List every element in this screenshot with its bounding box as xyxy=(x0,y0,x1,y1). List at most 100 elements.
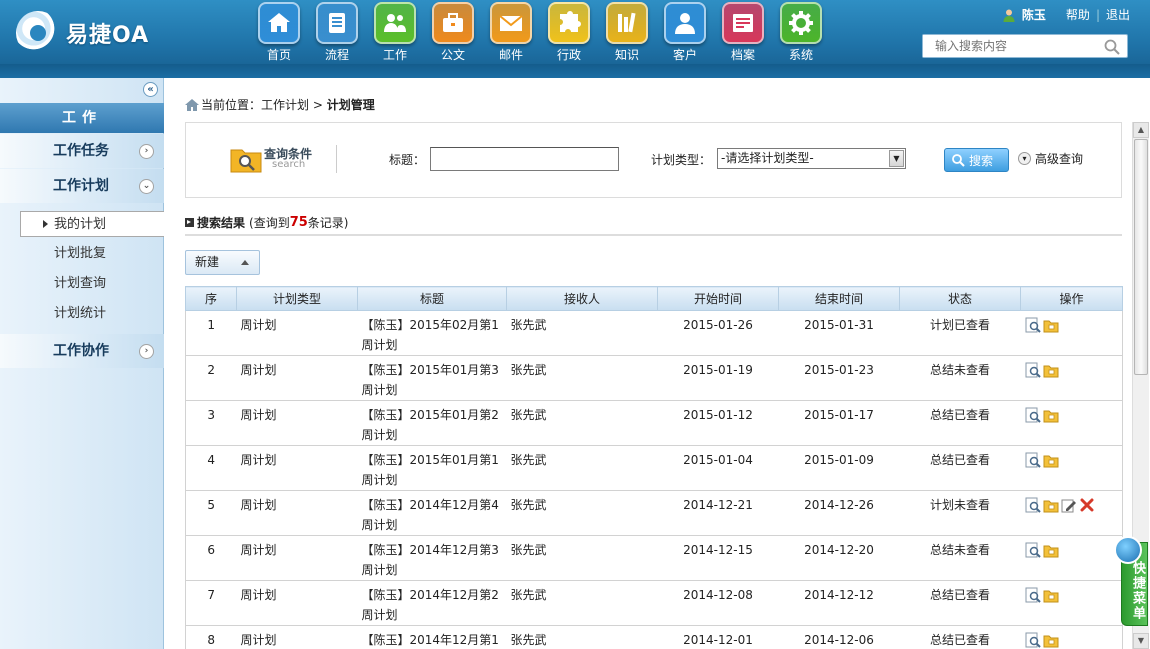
logo: 易捷OA xyxy=(16,10,181,56)
sidebar-item-plan-reply[interactable]: 计划批复 xyxy=(20,241,164,267)
nav-archive[interactable]: 档案 xyxy=(714,2,772,63)
table-row[interactable]: 1 周计划 【陈玉】2015年02月第1周计划 张先武 2015-01-26 2015-0… xyxy=(185,310,1123,356)
cell-title[interactable]: 【陈玉】2014年12月第1周计划 xyxy=(357,625,507,649)
advanced-query-toggle[interactable]: ▾ 高级查询 xyxy=(1018,150,1083,167)
view-icon[interactable] xyxy=(1025,362,1041,378)
sidebar-group-work-plan[interactable]: 工作计划 ⌄ xyxy=(0,169,164,203)
folder-icon[interactable] xyxy=(1043,497,1059,513)
sidebar-item-plan-stats[interactable]: 计划统计 xyxy=(20,301,164,327)
view-icon[interactable] xyxy=(1025,452,1041,468)
plan-type-select[interactable]: -请选择计划类型- ▼ xyxy=(717,148,906,169)
nav-label: 流程 xyxy=(324,48,349,62)
flow-icon xyxy=(316,2,358,44)
title-label: 标题： xyxy=(389,153,426,167)
collapse-sidebar-icon[interactable]: « xyxy=(143,82,158,97)
table-row[interactable]: 2 周计划 【陈玉】2015年01月第3周计划 张先武 2015-01-19 2015-0… xyxy=(185,355,1123,401)
table-row[interactable]: 3 周计划 【陈玉】2015年01月第2周计划 张先武 2015-01-12 2015-0… xyxy=(185,400,1123,446)
cell-ops xyxy=(1020,355,1123,401)
cell-title[interactable]: 【陈玉】2015年01月第1周计划 xyxy=(357,445,507,491)
folder-icon[interactable] xyxy=(1043,362,1059,378)
work-icon xyxy=(374,2,416,44)
cell-type: 周计划 xyxy=(236,625,358,649)
query-badge-sub: search xyxy=(272,159,306,170)
cell-ops xyxy=(1020,490,1123,536)
view-icon[interactable] xyxy=(1025,497,1041,513)
sidebar-item-plan-query[interactable]: 计划查询 xyxy=(20,271,164,297)
nav-briefcase[interactable]: 公文 xyxy=(424,2,482,63)
cell-receiver: 张先武 xyxy=(506,625,658,649)
sidebar-item-my-plan[interactable]: 我的计划 xyxy=(20,211,164,237)
table-row[interactable]: 6 周计划 【陈玉】2014年12月第3周计划 张先武 2014-12-15 2014-1… xyxy=(185,535,1123,581)
plan-type-value: -请选择计划类型- xyxy=(721,151,814,165)
sidebar-item-label: 计划查询 xyxy=(54,276,107,291)
quick-menu[interactable]: 快捷菜单 xyxy=(1114,536,1148,626)
chevron-right-icon: › xyxy=(139,344,154,359)
cell-title[interactable]: 【陈玉】2015年01月第3周计划 xyxy=(357,355,507,401)
cell-no: 7 xyxy=(185,580,237,626)
cell-title[interactable]: 【陈玉】2014年12月第4周计划 xyxy=(357,490,507,536)
table-row[interactable]: 4 周计划 【陈玉】2015年01月第1周计划 张先武 2015-01-04 2015-0… xyxy=(185,445,1123,491)
table-row[interactable]: 7 周计划 【陈玉】2014年12月第2周计划 张先武 2014-12-08 2014-1… xyxy=(185,580,1123,626)
help-link[interactable]: 帮助 xyxy=(1066,6,1090,23)
app-window: 易捷OA 首页流程工作公文邮件行政知识客户档案系统 陈玉 帮助 | 退出 « 工… xyxy=(0,0,1150,649)
folder-search-icon xyxy=(230,149,262,173)
table-body: 1 周计划 【陈玉】2015年02月第1周计划 张先武 2015-01-26 2015-0… xyxy=(185,310,1123,649)
cell-title[interactable]: 【陈玉】2015年01月第2周计划 xyxy=(357,400,507,446)
cell-start: 2015-01-26 xyxy=(657,310,779,356)
column-header: 结束时间 xyxy=(778,286,900,311)
dropdown-arrow-icon[interactable]: ▼ xyxy=(889,150,904,167)
cell-title[interactable]: 【陈玉】2014年12月第2周计划 xyxy=(357,580,507,626)
table-row[interactable]: 5 周计划 【陈玉】2014年12月第4周计划 张先武 2014-12-21 2014-1… xyxy=(185,490,1123,536)
cell-title[interactable]: 【陈玉】2015年02月第1周计划 xyxy=(357,310,507,356)
cell-no: 8 xyxy=(185,625,237,649)
sidebar-group-work-tasks[interactable]: 工作任务 › xyxy=(0,134,164,168)
nav-mail[interactable]: 邮件 xyxy=(482,2,540,63)
cell-no: 2 xyxy=(185,355,237,401)
title-input[interactable] xyxy=(430,147,619,171)
delete-icon[interactable] xyxy=(1079,497,1095,513)
logout-link[interactable]: 退出 xyxy=(1106,6,1130,23)
cell-status: 总结已查看 xyxy=(899,625,1021,649)
cell-start: 2014-12-15 xyxy=(657,535,779,581)
cell-end: 2015-01-17 xyxy=(778,400,900,446)
folder-icon[interactable] xyxy=(1043,452,1059,468)
search-input[interactable] xyxy=(923,35,1093,57)
username[interactable]: 陈玉 xyxy=(1022,6,1046,23)
folder-icon[interactable] xyxy=(1043,632,1059,648)
scroll-up-icon[interactable]: ▲ xyxy=(1133,122,1149,138)
view-icon[interactable] xyxy=(1025,542,1041,558)
sidebar-group-work-collab[interactable]: 工作协作 › xyxy=(0,334,164,368)
cell-title[interactable]: 【陈玉】2014年12月第3周计划 xyxy=(357,535,507,581)
folder-icon[interactable] xyxy=(1043,542,1059,558)
view-icon[interactable] xyxy=(1025,407,1041,423)
folder-icon[interactable] xyxy=(1043,407,1059,423)
nav-flow[interactable]: 流程 xyxy=(308,2,366,63)
home-icon xyxy=(258,2,300,44)
search-icon[interactable] xyxy=(1103,38,1121,56)
breadcrumb-prefix[interactable]: 当前位置：工作计划 xyxy=(201,96,309,113)
scroll-down-icon[interactable]: ▼ xyxy=(1133,633,1149,649)
nav-books[interactable]: 知识 xyxy=(598,2,656,63)
view-icon[interactable] xyxy=(1025,317,1041,333)
folder-icon[interactable] xyxy=(1043,317,1059,333)
table-row[interactable]: 8周计划【陈玉】2014年12月第1周计划张先武2014-12-012014-1… xyxy=(185,625,1123,649)
nav-home[interactable]: 首页 xyxy=(250,2,308,63)
cell-ops xyxy=(1020,625,1123,649)
search-button[interactable]: 搜索 xyxy=(944,148,1009,172)
cell-end: 2015-01-31 xyxy=(778,310,900,356)
query-badge-text: 查询条件 search xyxy=(264,148,312,170)
new-button[interactable]: 新建 xyxy=(185,250,260,275)
folder-icon[interactable] xyxy=(1043,587,1059,603)
view-icon[interactable] xyxy=(1025,587,1041,603)
cell-type: 周计划 xyxy=(236,580,358,626)
cell-receiver: 张先武 xyxy=(506,535,658,581)
edit-icon[interactable] xyxy=(1061,497,1077,513)
scroll-thumb[interactable] xyxy=(1134,139,1148,375)
nav-customer[interactable]: 客户 xyxy=(656,2,714,63)
nav-work[interactable]: 工作 xyxy=(366,2,424,63)
header-strip xyxy=(0,64,1150,78)
nav-puzzle[interactable]: 行政 xyxy=(540,2,598,63)
view-icon[interactable] xyxy=(1025,632,1041,648)
home-icon[interactable] xyxy=(185,98,199,111)
nav-gear[interactable]: 系统 xyxy=(772,2,830,63)
